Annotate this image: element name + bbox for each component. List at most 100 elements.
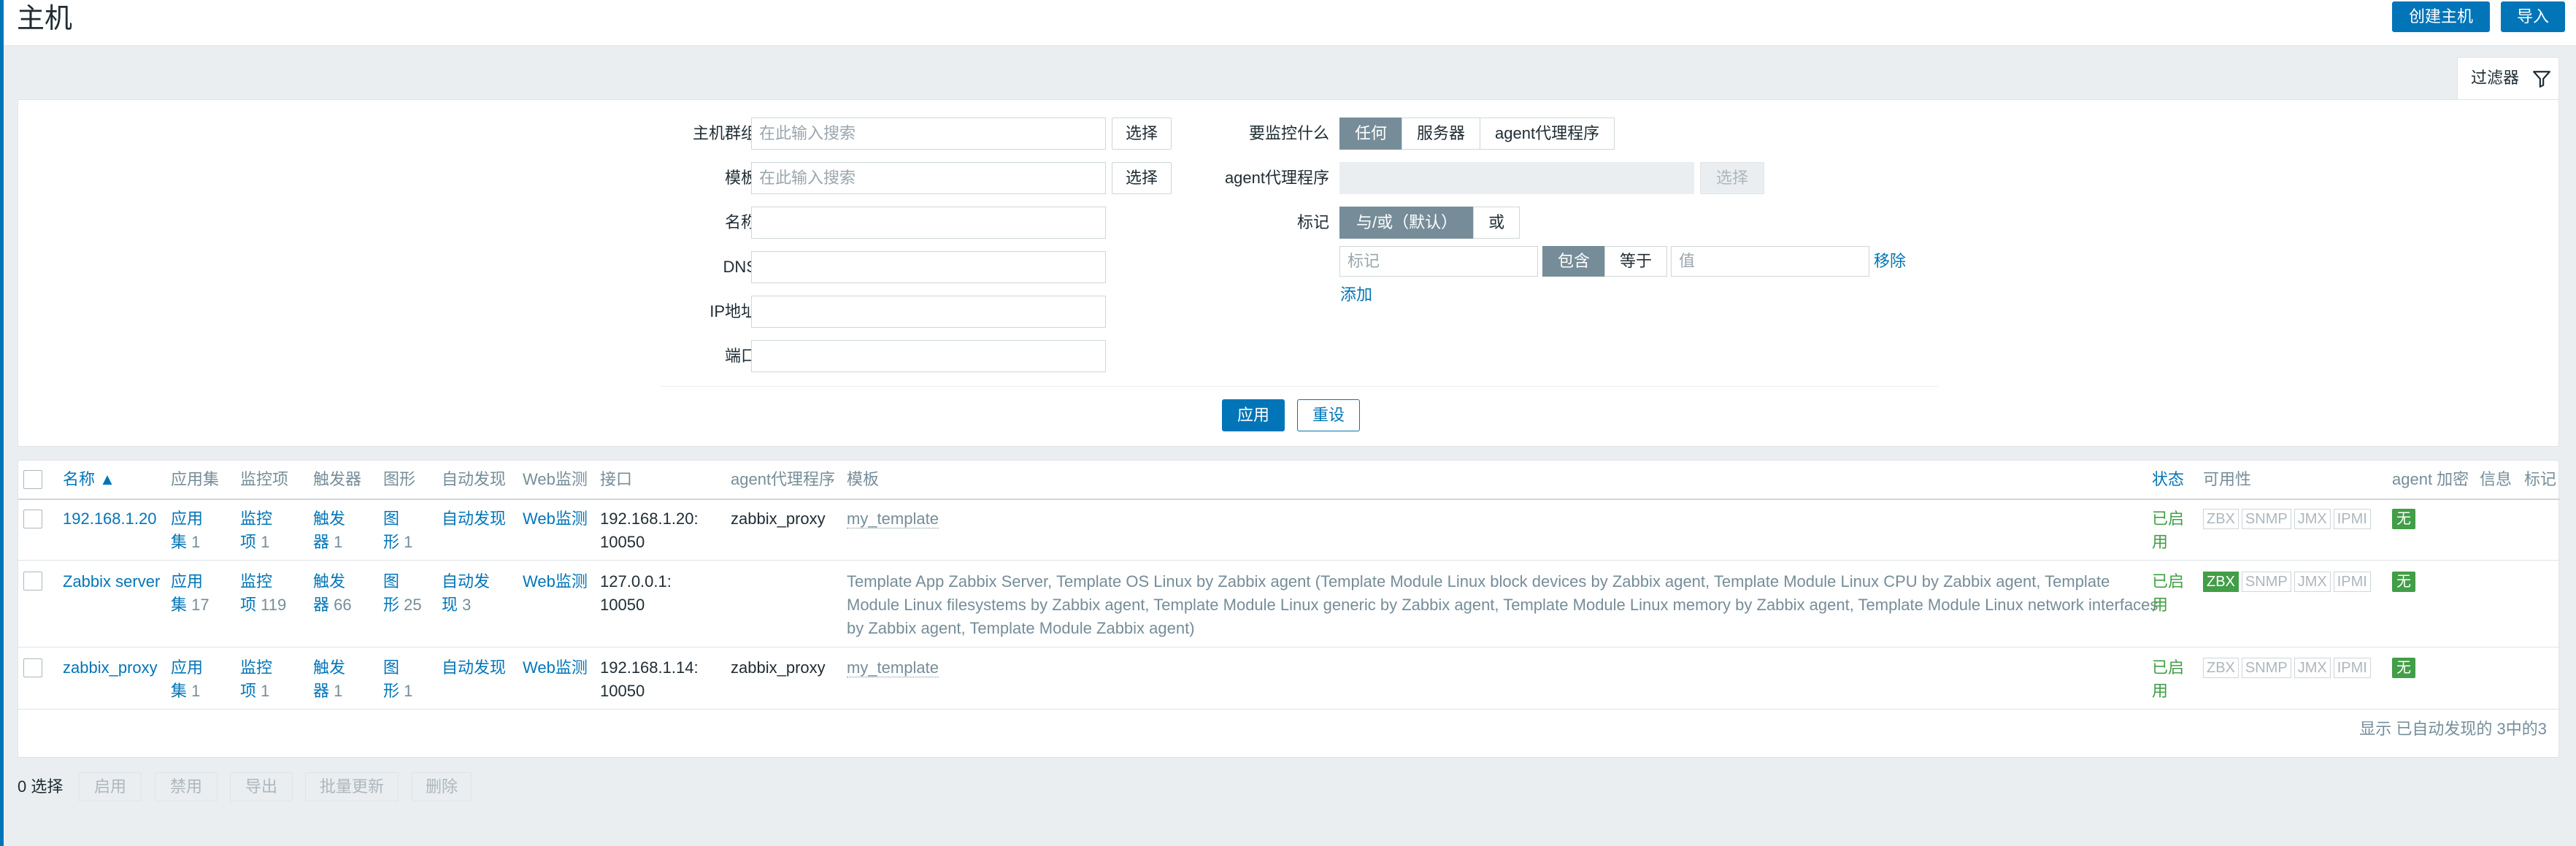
row-divider	[18, 560, 2560, 561]
tag-add-link[interactable]: 添加	[1340, 279, 1372, 311]
discovery-link[interactable]: 自动发现 3	[442, 570, 490, 617]
template-link[interactable]: my_template	[847, 656, 939, 680]
zbx-badge: ZBX	[2203, 658, 2239, 678]
column-triggers: 触发器	[313, 470, 362, 488]
tag-operator-equals[interactable]: 等于	[1604, 246, 1668, 277]
status-toggle[interactable]: 已启用	[2152, 507, 2184, 554]
column-templates: 模板	[847, 470, 880, 488]
applications-link[interactable]: 应用集 1	[171, 507, 203, 554]
column-graphs: 图形	[383, 470, 416, 488]
encryption-badge: 无	[2392, 572, 2415, 592]
items-link[interactable]: 监控项 1	[240, 656, 272, 703]
name-input[interactable]	[751, 207, 1106, 239]
web-link[interactable]: Web监测	[523, 656, 588, 680]
dns-input[interactable]	[751, 251, 1106, 283]
mass-update-button[interactable]: 批量更新	[305, 772, 399, 801]
column-items: 监控项	[240, 470, 289, 488]
availability-badges: ZBX SNMP JMX IPMI	[2203, 658, 2374, 678]
import-button[interactable]: 导入	[2501, 1, 2565, 32]
template-link[interactable]: my_template	[847, 507, 939, 531]
triggers-link[interactable]: 触发器 1	[313, 656, 345, 703]
tags-mode-segmented: 与/或（默认） 或	[1339, 207, 1520, 239]
interface-cell: 192.168.1.20: 10050	[600, 509, 699, 551]
applications-link[interactable]: 应用集 17	[171, 570, 209, 617]
host-group-input[interactable]: 在此输入搜索	[751, 118, 1106, 150]
header-divider	[18, 499, 2560, 500]
row-checkbox[interactable]	[23, 572, 42, 591]
port-input[interactable]	[751, 340, 1106, 372]
web-link[interactable]: Web监测	[523, 570, 588, 593]
host-name-link[interactable]: Zabbix server	[63, 570, 160, 593]
graphs-link[interactable]: 图形 1	[383, 507, 412, 554]
template-input[interactable]: 在此输入搜索	[751, 162, 1106, 194]
status-toggle[interactable]: 已启用	[2152, 570, 2184, 617]
graphs-link[interactable]: 图形 1	[383, 656, 412, 703]
table-footer-count: 显示 已自动发现的 3中的3	[2359, 720, 2547, 738]
jmx-badge: JMX	[2294, 572, 2331, 592]
tag-name-input[interactable]: 标记	[1339, 246, 1538, 277]
filter-icon	[2533, 71, 2550, 88]
row-checkbox[interactable]	[23, 658, 42, 677]
discovery-link[interactable]: 自动发现	[442, 656, 506, 680]
tag-operator-contains[interactable]: 包含	[1542, 246, 1606, 277]
ipmi-badge: IPMI	[2333, 658, 2371, 678]
proxy-label: agent代理程序	[1224, 169, 1329, 187]
column-status[interactable]: 状态	[2152, 461, 2184, 499]
snmp-badge: SNMP	[2241, 658, 2291, 678]
selected-count: 0 选择	[18, 777, 64, 796]
filter-tab[interactable]: 过滤器	[2457, 57, 2559, 99]
graphs-link[interactable]: 图形 25	[383, 570, 422, 617]
tag-remove-link[interactable]: 移除	[1874, 245, 1906, 277]
availability-badges: ZBX SNMP JMX IPMI	[2203, 509, 2374, 529]
disable-button[interactable]: 禁用	[155, 772, 218, 801]
create-host-button[interactable]: 创建主机	[2392, 1, 2490, 32]
column-encryption: agent 加密	[2392, 470, 2469, 488]
triggers-link[interactable]: 触发器 66	[313, 570, 352, 617]
dns-label: DNS	[723, 258, 757, 276]
zbx-badge: ZBX	[2203, 572, 2239, 592]
host-name-link[interactable]: 192.168.1.20	[63, 507, 156, 531]
snmp-badge: SNMP	[2241, 509, 2291, 529]
status-toggle[interactable]: 已启用	[2152, 656, 2184, 703]
filter-divider	[661, 386, 1938, 387]
enable-button[interactable]: 启用	[79, 772, 142, 801]
ip-label: IP地址	[710, 302, 757, 320]
discovery-link[interactable]: 自动发现	[442, 507, 506, 531]
snmp-badge: SNMP	[2241, 572, 2291, 592]
column-interface: 接口	[600, 470, 633, 488]
template-list[interactable]: Template App Zabbix Server, Template OS …	[847, 570, 2158, 640]
triggers-link[interactable]: 触发器 1	[313, 507, 345, 554]
monitored-by-server[interactable]: 服务器	[1402, 118, 1481, 150]
ip-input[interactable]	[751, 296, 1106, 328]
applications-link[interactable]: 应用集 1	[171, 656, 203, 703]
proxy-cell: zabbix_proxy	[731, 658, 826, 677]
monitored-by-proxy[interactable]: agent代理程序	[1480, 118, 1615, 150]
monitored-by-segmented: 任何 服务器 agent代理程序	[1339, 118, 1615, 150]
encryption-badge: 无	[2392, 658, 2415, 678]
monitored-by-any[interactable]: 任何	[1339, 118, 1403, 150]
host-name-link[interactable]: zabbix_proxy	[63, 656, 158, 680]
column-discovery: 自动发现	[442, 470, 507, 488]
delete-button[interactable]: 删除	[412, 772, 472, 801]
web-link[interactable]: Web监测	[523, 507, 588, 531]
column-name[interactable]: 名称 ▲	[63, 461, 115, 499]
tags-mode-and-or[interactable]: 与/或（默认）	[1339, 207, 1475, 239]
page-title: 主机	[17, 4, 73, 34]
name-label: 名称	[724, 213, 757, 231]
tags-label: 标记	[1296, 213, 1329, 231]
template-label: 模板	[724, 169, 757, 187]
proxy-input	[1339, 162, 1694, 194]
filter-panel: 主机群组 在此输入搜索 选择 模板 在此输入搜索 选择 名称 DNS IP地址 …	[18, 99, 2559, 447]
reset-button[interactable]: 重设	[1297, 399, 1360, 431]
proxy-select-button: 选择	[1700, 162, 1764, 194]
apply-button[interactable]: 应用	[1222, 399, 1285, 431]
tags-mode-or[interactable]: 或	[1473, 207, 1520, 239]
interface-cell: 127.0.0.1: 10050	[600, 572, 672, 614]
items-link[interactable]: 监控项 1	[240, 507, 272, 554]
tag-value-input[interactable]: 值	[1671, 246, 1869, 277]
export-button[interactable]: 导出	[230, 772, 293, 801]
column-applications: 应用集	[171, 470, 220, 488]
row-checkbox[interactable]	[23, 509, 42, 528]
items-link[interactable]: 监控项 119	[240, 570, 286, 617]
select-all-checkbox[interactable]	[23, 470, 42, 489]
